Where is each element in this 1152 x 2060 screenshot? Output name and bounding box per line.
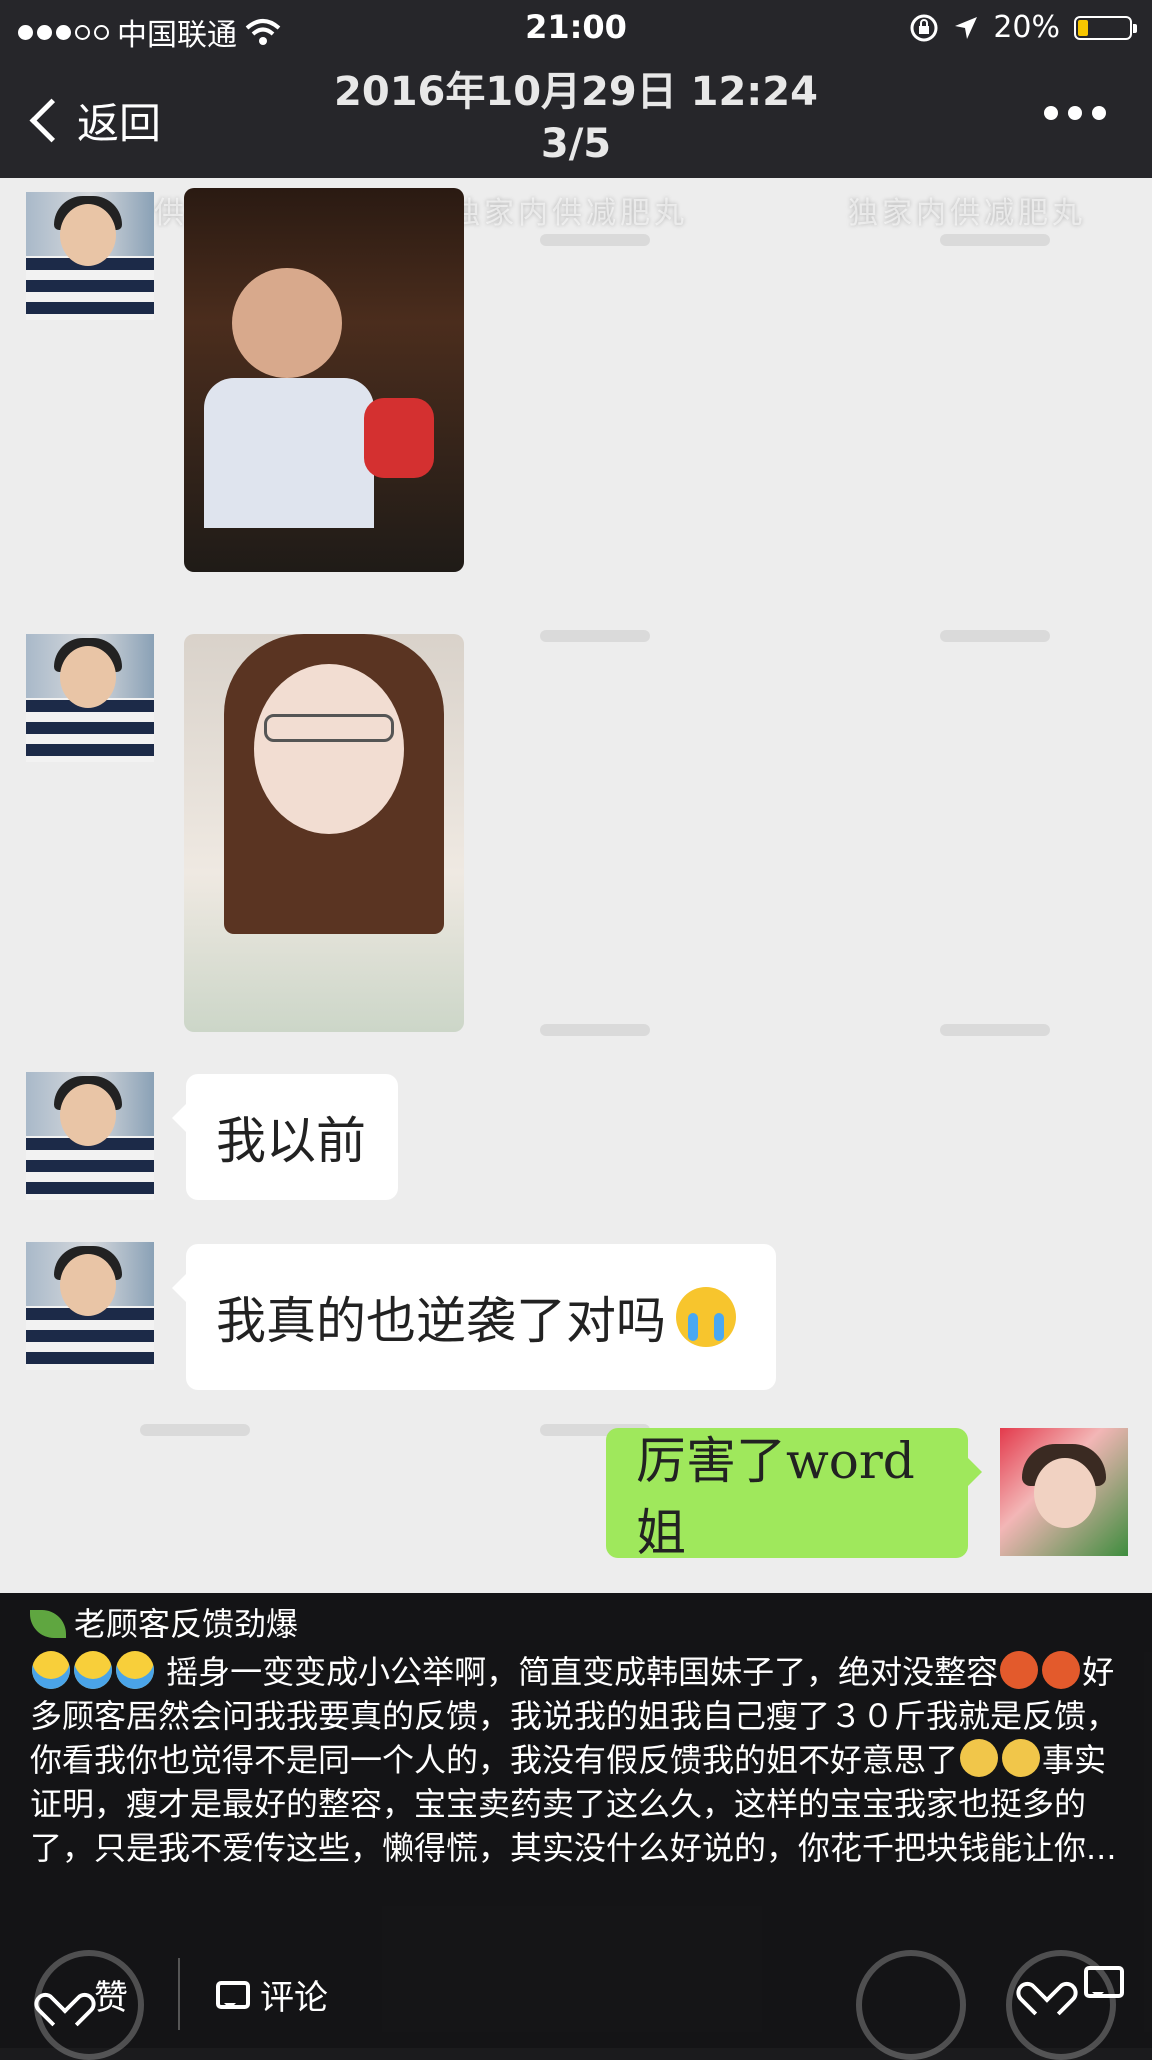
post-caption[interactable]: 老顾客反馈劲爆 摇身一变变成小公举啊，简直变成韩国妹子了，绝对没整容 好多顾客居然… (30, 1602, 1130, 1870)
message-text: 厉害了word姐 (636, 1432, 915, 1562)
chat-photo[interactable] (184, 634, 464, 1032)
avatar[interactable] (26, 1242, 154, 1370)
status-right: 20% (909, 10, 1137, 45)
post-date: 2016年10月29日 12:24 (334, 69, 818, 115)
chat-screenshot-image[interactable]: 独家内供减肥丸 独家内供减肥丸 独家内供减肥丸 我以前 我真的也逆袭了对吗 厉害… (0, 178, 1152, 1593)
divider (178, 1958, 180, 2030)
watermark-sub (140, 1424, 250, 1436)
watermark: 独家内供减肥丸 (450, 196, 688, 231)
avatar-self[interactable] (1000, 1428, 1128, 1556)
more-options-icon[interactable] (1044, 106, 1106, 120)
message-text: 我真的也逆袭了对吗 (216, 1292, 666, 1350)
comment-icon[interactable] (1084, 1966, 1124, 1998)
chat-photo[interactable] (184, 188, 464, 572)
watermark: 独家内供减肥丸 (848, 196, 1086, 231)
avatar[interactable] (26, 1072, 154, 1200)
screaming-face-icon (116, 1651, 154, 1689)
message-bubble[interactable]: 我以前 (172, 1074, 398, 1200)
dizzy-face-icon (1002, 1739, 1041, 1777)
watermark-sub (940, 234, 1050, 246)
nav-title: 2016年10月29日 12:24 3/5 (0, 66, 1152, 170)
angry-face-icon (1042, 1651, 1081, 1689)
heart-icon[interactable] (1026, 1966, 1066, 2002)
watermark-sub (540, 234, 650, 246)
avatar[interactable] (26, 192, 154, 320)
message-bubble[interactable]: 我真的也逆袭了对吗 (172, 1244, 776, 1390)
location-arrow-icon (955, 16, 978, 39)
message-bubble-sent[interactable]: 厉害了word姐 (606, 1428, 982, 1562)
screaming-face-icon (32, 1651, 70, 1689)
screaming-face-icon (74, 1651, 112, 1689)
message-text: 我以前 (216, 1112, 366, 1170)
watermark-sub (940, 630, 1050, 642)
angry-face-icon (1000, 1651, 1039, 1689)
battery-fill (1078, 19, 1088, 36)
watermark-sub (540, 630, 650, 642)
like-label: 赞 (94, 1978, 128, 2018)
orientation-lock-icon (910, 14, 938, 41)
post-body: 摇身一变变成小公举啊，简直变成韩国妹子了，绝对没整容 好多顾客居然会问我我要真的反… (30, 1650, 1130, 1870)
status-bar: 中国联通 21:00 20% (0, 0, 1152, 56)
watermark-sub (940, 1024, 1050, 1036)
nav-bar: 返回 2016年10月29日 12:24 3/5 (0, 56, 1152, 178)
like-button[interactable]: 赞 (44, 1970, 128, 2019)
watermark-sub (540, 1024, 650, 1036)
quick-actions (1026, 1966, 1124, 2002)
avatar[interactable] (26, 634, 154, 762)
battery-icon (1074, 15, 1137, 40)
comment-button[interactable]: 评论 (216, 1970, 328, 2019)
page-counter: 3/5 (540, 121, 612, 167)
dizzy-face-icon (960, 1739, 999, 1777)
battery-percent: 20% (993, 10, 1060, 45)
comment-label: 评论 (260, 1978, 328, 2018)
crying-emoji-icon (676, 1287, 736, 1347)
action-bar: 赞 评论 (0, 1940, 1152, 2048)
comment-icon (216, 1980, 250, 2009)
post-body-part1: 摇身一变变成小公举啊，简直变成韩国妹子了，绝对没整容 (166, 1653, 999, 1691)
post-title: 老顾客反馈劲爆 (74, 1605, 299, 1643)
heart-icon (44, 1977, 84, 2013)
leaf-icon (30, 1610, 66, 1638)
